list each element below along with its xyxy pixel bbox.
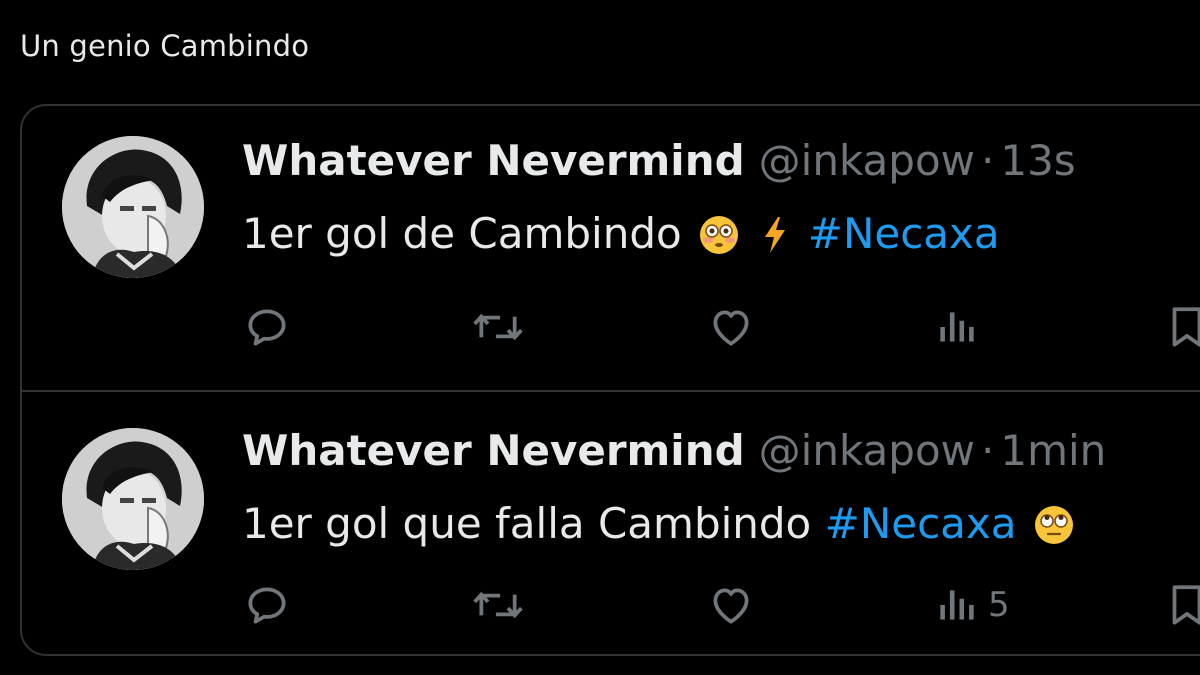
handle[interactable]: @inkapow	[759, 426, 975, 475]
retweet-button[interactable]	[470, 302, 526, 352]
retweet-button[interactable]	[470, 580, 526, 630]
tweet-text-content: 1er gol de Cambindo	[242, 209, 682, 258]
reply-button[interactable]	[242, 580, 292, 630]
retweet-icon	[473, 591, 523, 619]
high-voltage-icon	[760, 215, 790, 267]
views-button[interactable]: 5	[932, 580, 1010, 630]
bookmark-icon	[1172, 585, 1200, 625]
bookmark-icon	[1172, 307, 1200, 347]
post-text: Un genio Cambindo	[20, 29, 310, 63]
quoted-tweet[interactable]: Whatever Nevermind @inkapow · 1min 1er gol …	[22, 390, 1200, 658]
tweet-text: 1er gol de Cambindo #Necaxa	[242, 208, 1000, 267]
avatar[interactable]	[62, 136, 204, 278]
reply-button[interactable]	[242, 302, 292, 352]
timestamp[interactable]: 1min	[1000, 426, 1106, 475]
views-icon	[940, 312, 974, 342]
separator: ·	[981, 426, 995, 475]
retweet-icon	[473, 313, 523, 341]
bookmark-button[interactable]	[1162, 302, 1200, 352]
quoted-thread-card[interactable]: Whatever Nevermind @inkapow · 13s 1er gol d…	[20, 104, 1200, 656]
hashtag-link[interactable]: #Necaxa	[808, 209, 1000, 258]
separator: ·	[981, 136, 995, 185]
like-icon	[713, 588, 749, 624]
hashtag-link[interactable]: #Necaxa	[825, 499, 1017, 548]
reply-icon	[248, 309, 286, 346]
tweet-header: Whatever Nevermind @inkapow · 13s	[242, 136, 1076, 186]
tweet-header: Whatever Nevermind @inkapow · 1min	[242, 426, 1106, 476]
views-count: 5	[988, 585, 1010, 625]
bookmark-button[interactable]	[1162, 580, 1200, 630]
avatar[interactable]	[62, 428, 204, 570]
handle[interactable]: @inkapow	[759, 136, 975, 185]
tweet-actions	[242, 302, 1200, 352]
reply-icon	[248, 587, 286, 624]
quoted-tweet[interactable]: Whatever Nevermind @inkapow · 13s 1er gol d…	[22, 106, 1200, 390]
views-button[interactable]	[932, 302, 982, 352]
avatar-photo-icon	[62, 428, 204, 570]
display-name[interactable]: Whatever Nevermind	[242, 136, 745, 185]
page: Un genio Cambindo Whatever Nevermind @in…	[0, 0, 1200, 675]
timestamp[interactable]: 13s	[1000, 136, 1075, 185]
face-with-rolling-eyes-icon	[1034, 505, 1074, 557]
display-name[interactable]: Whatever Nevermind	[242, 426, 745, 475]
like-button[interactable]	[706, 580, 756, 630]
tweet-actions: 5	[242, 580, 1200, 630]
like-button[interactable]	[706, 302, 756, 352]
views-icon	[940, 590, 974, 620]
tweet-text: 1er gol que falla Cambindo #Necaxa	[242, 498, 1078, 557]
tweet-text-content: 1er gol que falla Cambindo	[242, 499, 812, 548]
avatar-photo-icon	[62, 136, 204, 278]
flushed-face-icon	[699, 215, 739, 267]
like-icon	[713, 310, 749, 346]
